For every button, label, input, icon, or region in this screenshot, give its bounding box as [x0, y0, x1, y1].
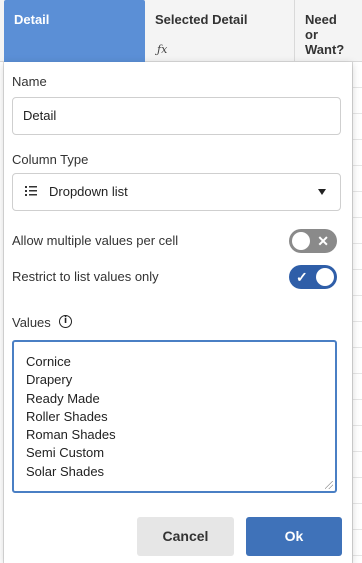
- ok-button[interactable]: Ok: [246, 517, 342, 556]
- column-type-label: Column Type: [12, 152, 89, 167]
- formula-fx-icon: ƒx: [157, 43, 168, 56]
- value-line: Drapery: [26, 372, 73, 388]
- column-header-bar: Detail Selected Detail Need or Want? ƒx: [0, 0, 362, 62]
- value-line: Roller Shades: [26, 408, 108, 424]
- column-header-selected-detail[interactable]: Selected Detail: [145, 0, 295, 62]
- cancel-button[interactable]: Cancel: [137, 517, 234, 556]
- values-label: Values: [12, 315, 51, 330]
- toggle-knob: [292, 232, 310, 250]
- value-line: Cornice: [26, 354, 71, 369]
- column-type-value: Dropdown list: [49, 184, 128, 199]
- value-line: Ready Made: [26, 390, 100, 406]
- resize-handle[interactable]: [325, 481, 333, 489]
- value-line: Solar Shades: [26, 463, 105, 479]
- values-textarea[interactable]: Cornice Drapery Ready Made Roller Shades…: [12, 340, 337, 493]
- name-input[interactable]: Detail: [12, 97, 341, 135]
- column-header-detail[interactable]: Detail: [4, 0, 145, 62]
- name-input-value: Detail: [23, 108, 57, 123]
- caret-down-icon: [318, 189, 326, 195]
- column-header-need-or-want-label: Need or Want?: [305, 12, 345, 57]
- close-icon: ✕: [317, 233, 329, 249]
- column-header-need-or-want[interactable]: Need or Want?: [295, 0, 362, 62]
- column-header-selected-detail-label: Selected Detail: [155, 12, 248, 27]
- restrict-values-label: Restrict to list values only: [12, 269, 159, 284]
- toggle-knob: [316, 268, 334, 286]
- value-line: Roman Shades: [26, 427, 116, 443]
- value-line: Semi Custom: [26, 445, 105, 461]
- grid-background-right: [352, 62, 362, 563]
- allow-multiple-label: Allow multiple values per cell: [12, 233, 179, 248]
- column-type-select[interactable]: Dropdown list: [12, 173, 341, 211]
- check-icon: ✓: [296, 269, 308, 285]
- info-icon[interactable]: i: [59, 315, 72, 328]
- column-header-detail-label: Detail: [14, 12, 50, 27]
- restrict-values-toggle[interactable]: ✓: [289, 265, 337, 289]
- name-label: Name: [12, 74, 47, 89]
- column-properties-panel: Name Detail Column Type Dropdown list Al…: [4, 62, 352, 563]
- list-icon: [25, 186, 37, 196]
- allow-multiple-toggle[interactable]: ✕: [289, 229, 337, 253]
